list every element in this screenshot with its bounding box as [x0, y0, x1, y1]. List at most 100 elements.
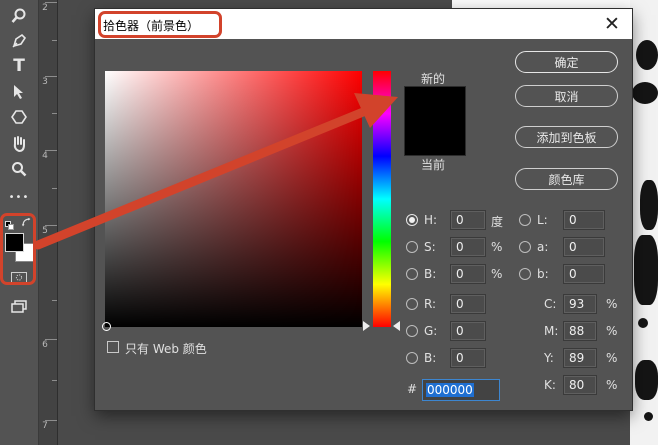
red-label: R: [424, 297, 437, 311]
ink-splash [640, 180, 658, 230]
brightness-radio[interactable] [406, 268, 418, 280]
brightness-label: B: [424, 267, 437, 281]
canvas-area [630, 0, 658, 445]
ruler-label: 3 [42, 77, 48, 87]
black-label: K: [544, 378, 556, 392]
hue-slider-left-handle[interactable] [363, 321, 370, 331]
ink-splash [635, 360, 658, 400]
hue-slider[interactable] [373, 71, 391, 327]
lab-a-radio[interactable] [519, 241, 531, 253]
color-libraries-button[interactable]: 颜色库 [515, 168, 618, 190]
black-input[interactable]: 80 [563, 375, 597, 395]
ruler-label: 7 [42, 421, 48, 431]
ruler-label: 4 [42, 151, 48, 161]
saturation-unit: % [491, 240, 503, 254]
cyan-input[interactable]: 93 [563, 294, 597, 314]
more-icon[interactable]: ••• [9, 187, 29, 207]
dialog-titlebar[interactable]: 拾色器（前景色） ✕ [95, 9, 632, 39]
color-picker-dialog: 拾色器（前景色） ✕ 新的 当前 确定 取消 添加到色板 颜色库 H: 0 度 … [95, 9, 632, 410]
magnifier-icon[interactable] [9, 6, 29, 26]
hex-label: # [407, 382, 418, 396]
cyan-label: C: [544, 297, 557, 311]
color-preview [404, 86, 466, 156]
ink-splash [636, 40, 658, 70]
hue-input[interactable]: 0 [450, 210, 486, 230]
ruler-tick [45, 2, 57, 3]
black-unit: % [606, 378, 618, 392]
ruler-tick [52, 113, 57, 114]
yellow-input[interactable]: 89 [563, 348, 597, 368]
add-to-swatches-button[interactable]: 添加到色板 [515, 126, 618, 148]
lab-a-label: a: [537, 240, 549, 254]
ink-splash [634, 235, 658, 305]
saturation-input[interactable]: 0 [450, 237, 486, 257]
ruler-label: 5 [42, 226, 48, 236]
tools-panel: T ••• [0, 0, 39, 445]
red-radio[interactable] [406, 298, 418, 310]
zoom-icon[interactable] [9, 159, 29, 179]
ruler-tick [52, 300, 57, 301]
hue-slider-right-handle[interactable] [393, 321, 400, 331]
blue-radio[interactable] [406, 352, 418, 364]
lab-l-input[interactable]: 0 [563, 210, 605, 230]
ink-splash [632, 82, 658, 104]
ruler-tick [52, 380, 57, 381]
web-colors-label: 只有 Web 颜色 [125, 342, 207, 356]
hue-unit: 度 [491, 215, 504, 229]
hue-radio[interactable] [406, 214, 418, 226]
ruler-tick [52, 40, 57, 41]
vertical-ruler: 2 3 4 5 6 7 [39, 0, 58, 445]
saturation-radio[interactable] [406, 241, 418, 253]
red-input[interactable]: 0 [450, 294, 486, 314]
yellow-label: Y: [544, 351, 554, 365]
current-color-label: 当前 [421, 158, 446, 172]
ruler-tick [45, 150, 57, 151]
yellow-unit: % [606, 351, 618, 365]
lab-l-radio[interactable] [519, 214, 531, 226]
ok-button[interactable]: 确定 [515, 51, 618, 73]
shape-icon[interactable] [9, 107, 29, 127]
screen-mode-icon[interactable] [9, 297, 29, 317]
ruler-tick [45, 339, 57, 340]
blue-input[interactable]: 0 [450, 348, 486, 368]
cancel-button[interactable]: 取消 [515, 85, 618, 107]
cyan-unit: % [606, 297, 618, 311]
hex-value: 000000 [426, 383, 474, 397]
magenta-label: M: [544, 324, 559, 338]
pen-icon[interactable] [9, 31, 29, 51]
magenta-input[interactable]: 88 [563, 321, 597, 341]
hand-icon[interactable] [9, 133, 29, 153]
new-color-label: 新的 [421, 72, 446, 86]
blue-label: B: [424, 351, 437, 365]
brightness-input[interactable]: 0 [450, 264, 486, 284]
hue-label: H: [424, 213, 438, 227]
green-label: G: [424, 324, 438, 338]
magenta-unit: % [606, 324, 618, 338]
lab-a-input[interactable]: 0 [563, 237, 605, 257]
ruler-tick [45, 420, 57, 421]
title-highlight [98, 11, 222, 38]
ruler-tick [52, 188, 57, 189]
foreground-color-swatch[interactable] [5, 233, 24, 252]
green-input[interactable]: 0 [450, 321, 486, 341]
ink-splash [638, 318, 648, 328]
path-select-icon[interactable] [9, 82, 29, 102]
close-icon[interactable]: ✕ [602, 14, 622, 34]
lab-b-input[interactable]: 0 [563, 264, 605, 284]
ruler-tick [45, 225, 57, 226]
ink-splash [644, 412, 653, 421]
color-field[interactable] [105, 71, 362, 327]
hex-input[interactable]: 000000 [422, 379, 500, 401]
ruler-tick [45, 76, 57, 77]
ruler-label: 2 [42, 3, 48, 13]
brightness-unit: % [491, 267, 503, 281]
web-colors-checkbox[interactable] [107, 341, 119, 353]
lab-b-radio[interactable] [519, 268, 531, 280]
type-icon[interactable]: T [9, 56, 29, 76]
lab-l-label: L: [537, 213, 548, 227]
color-field-marker[interactable] [102, 322, 111, 331]
saturation-label: S: [424, 240, 436, 254]
green-radio[interactable] [406, 325, 418, 337]
lab-b-label: b: [537, 267, 549, 281]
ruler-label: 6 [42, 340, 48, 350]
